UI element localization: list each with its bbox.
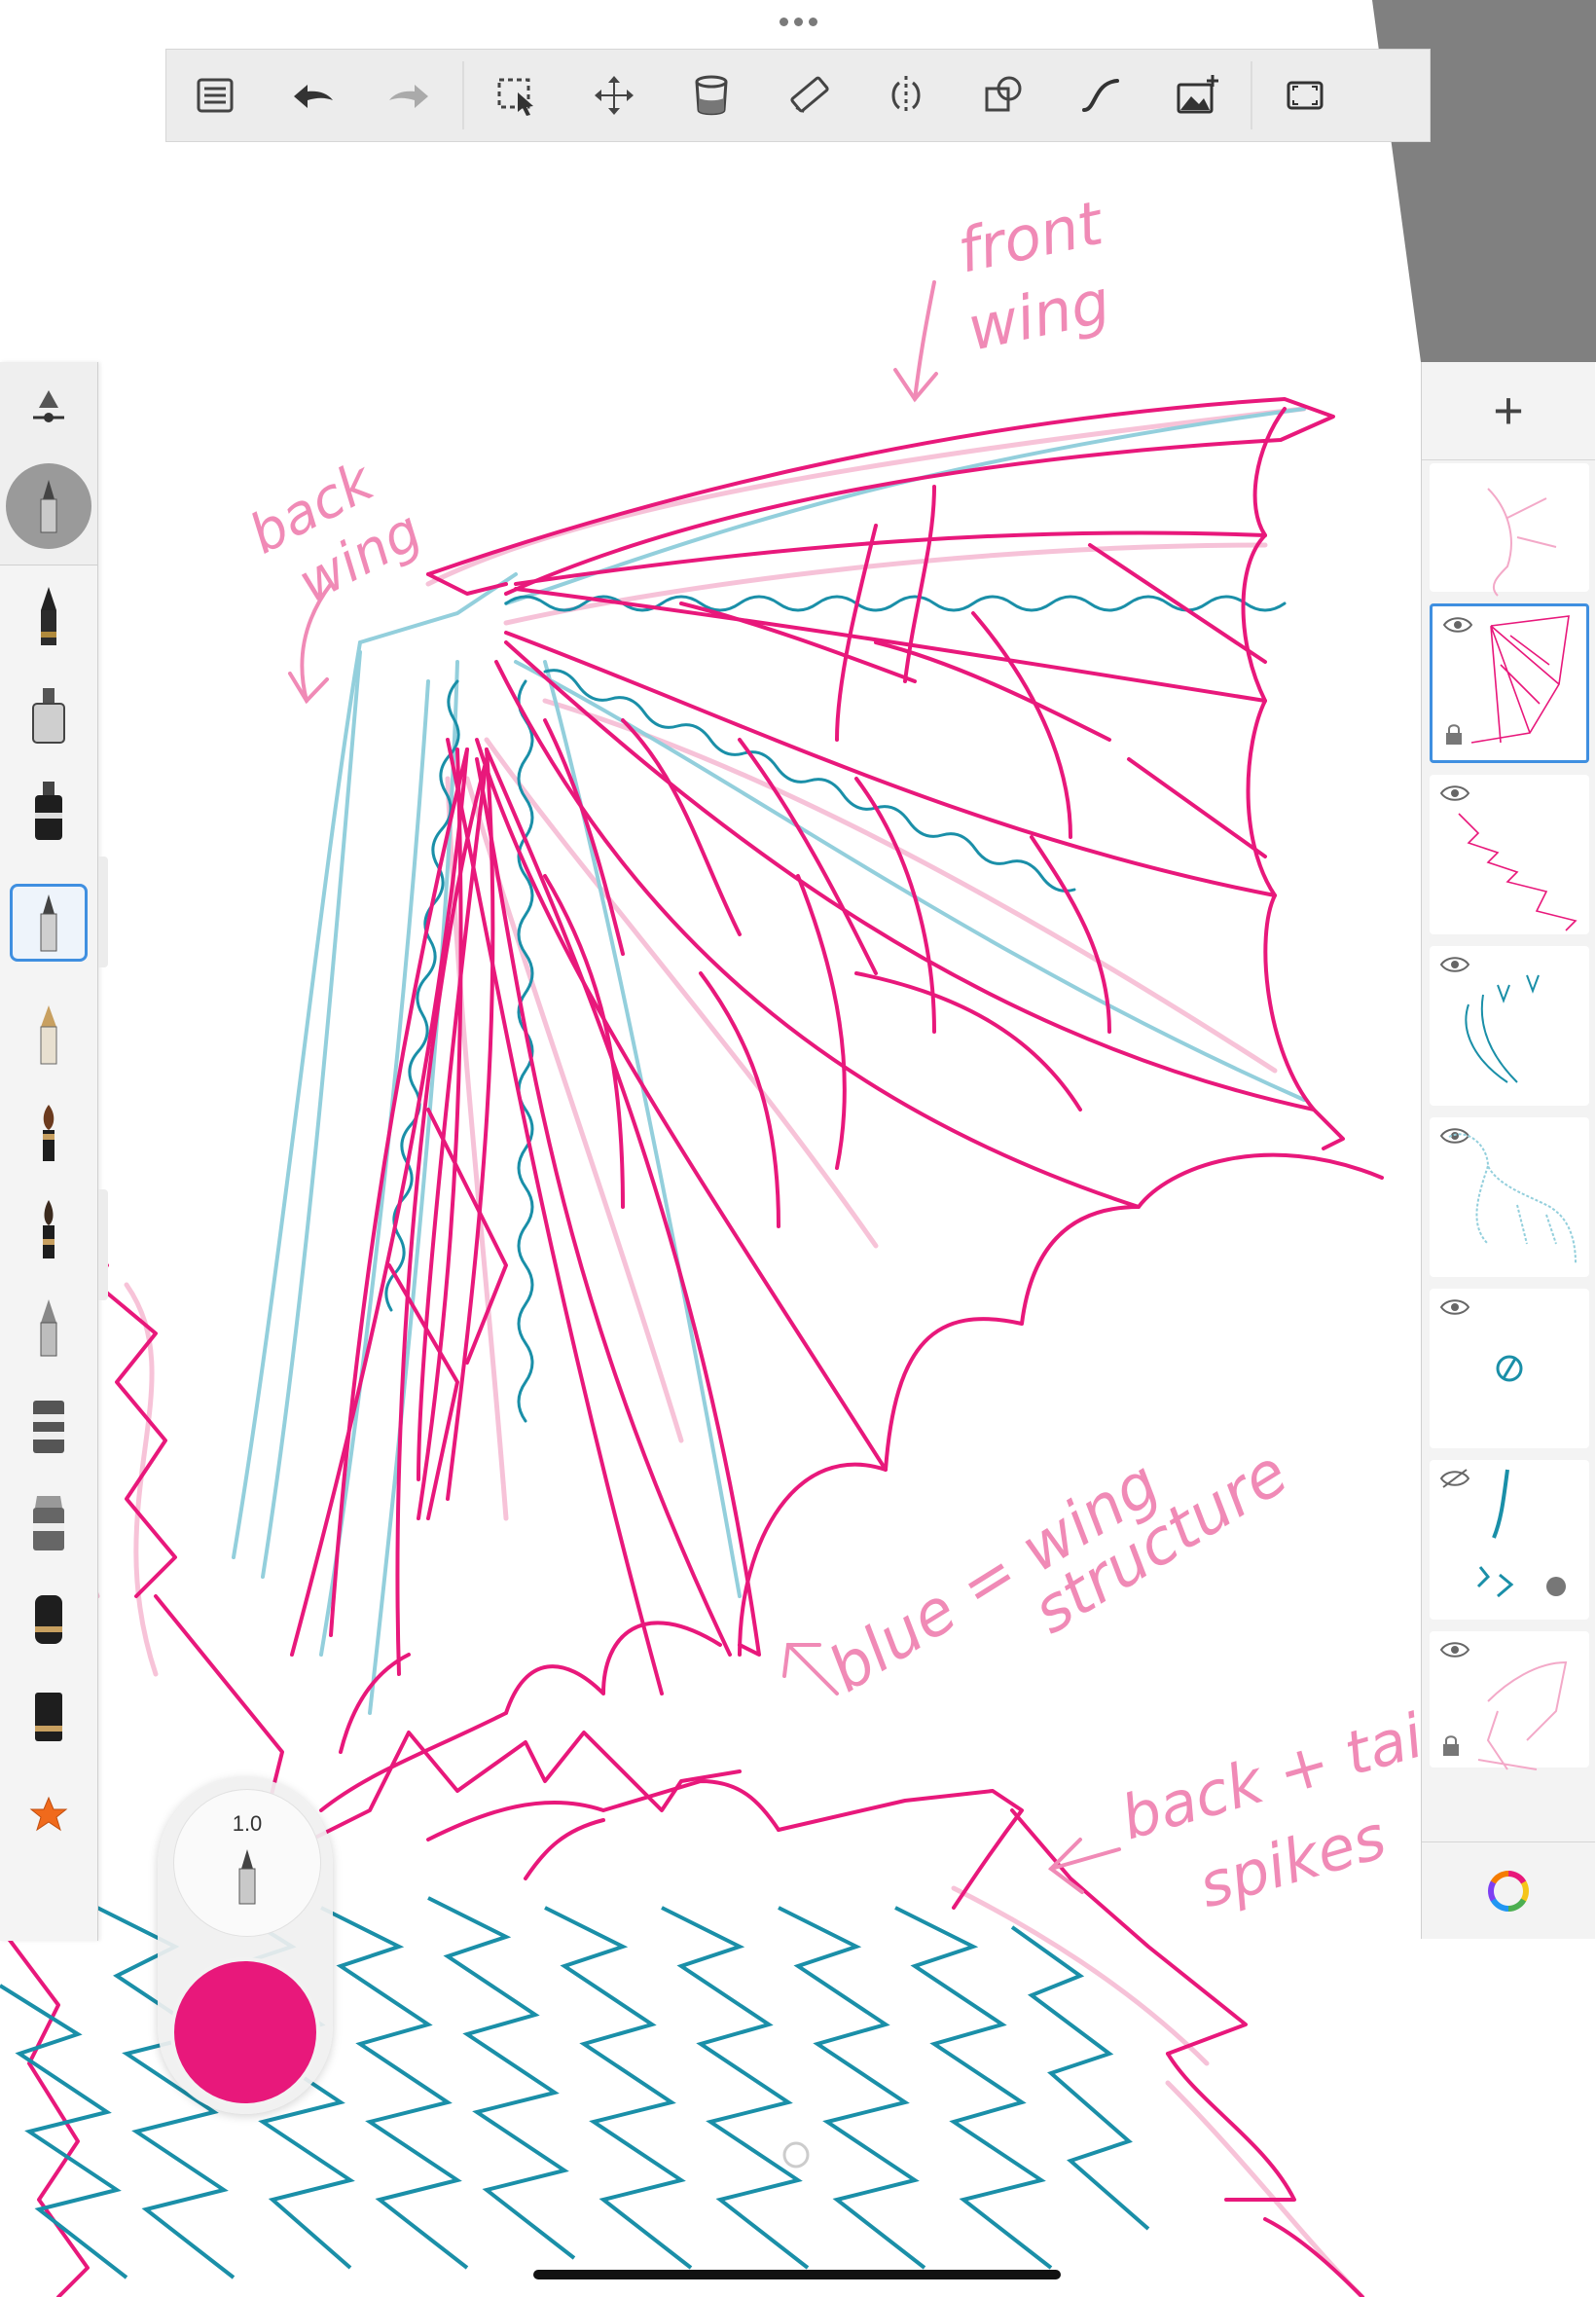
add-image-button[interactable] [1149,49,1247,142]
move-icon [595,76,634,115]
brush-chisel-marker[interactable] [10,1386,88,1464]
layer-thumbnail-5[interactable] [1430,1117,1589,1277]
layer-thumbnail-7[interactable] [1430,1460,1589,1620]
ink-pen-brush-icon [35,782,62,840]
brush-eraser-hard[interactable] [10,1581,88,1659]
brush-wide-marker[interactable] [10,1483,88,1561]
ballpoint-brush-icon [40,480,57,533]
layer-thumbnail-2[interactable] [1430,603,1589,763]
pencil-brush-icon [41,587,56,645]
brush-flat[interactable] [10,1191,88,1269]
brush-favorites[interactable] [10,1775,88,1853]
symmetry-icon [891,76,921,115]
shapes-icon [985,76,1022,112]
layer-thumbnail-1[interactable] [1430,463,1589,597]
layer-thumbnail-preview [1487,488,1557,597]
layer-thumbnail-8[interactable] [1430,1631,1589,1770]
layer-thumbnail-preview [1465,974,1540,1083]
layer-thumbnail-preview [1477,1660,1568,1770]
eraser-hard-brush-icon [35,1595,62,1644]
layer-thumbnail-preview [1476,1469,1566,1598]
favorite-star-icon [29,1796,68,1832]
brush-ballpoint[interactable] [10,884,88,962]
brush-paintbrush[interactable] [10,1094,88,1172]
brush-panel-handle[interactable] [98,1189,108,1300]
eraser-soft-brush-icon [35,1693,62,1741]
brush-panel-header [0,362,97,565]
ballpoint-brush-icon [40,894,57,952]
top-toolbar [165,49,1431,142]
more-options-dots[interactable] [775,14,821,29]
redo-button[interactable] [361,49,458,142]
layer-panel: + [1421,362,1595,1939]
brush-puck[interactable]: 1.0 [158,1777,333,2114]
toolbar-separator [1251,61,1252,129]
bucket-icon [695,75,728,116]
brush-eraser-soft[interactable] [10,1678,88,1756]
brush-size-value: 1.0 [232,1811,263,1836]
fountain-pen-brush-icon [40,1005,57,1065]
brush-settings-button[interactable] [10,372,88,450]
fill-button[interactable] [663,49,760,142]
image-add-icon [1177,75,1218,114]
lock-icon[interactable] [1444,723,1464,747]
stroke-button[interactable] [1052,49,1149,142]
fullscreen-icon [1287,81,1324,110]
layer-thumbnail-preview [1448,1133,1577,1264]
brush-airbrush[interactable] [10,1289,88,1367]
marker-brush-icon [32,688,65,744]
layer-thumbnail-4[interactable] [1430,946,1589,1106]
current-brush-preview[interactable] [6,463,91,549]
chisel-marker-brush-icon [33,1401,64,1453]
add-layer-button[interactable]: + [1422,362,1595,460]
brush-settings-icon [33,390,64,422]
wide-marker-brush-icon [33,1496,64,1550]
layer-thumbnail-3[interactable] [1430,775,1589,934]
layer-list-button[interactable] [166,49,264,142]
brush-palette [0,362,98,1941]
home-indicator[interactable] [533,2270,1061,2279]
symmetry-button[interactable] [857,49,955,142]
list-icon [197,78,234,113]
undo-button[interactable] [264,49,361,142]
transform-button[interactable] [565,49,663,142]
brush-size-control[interactable]: 1.0 [173,1789,321,1937]
undo-icon [294,85,333,108]
curve-icon [1082,79,1119,112]
brush-ink-pen[interactable] [10,773,88,851]
brush-fountain-pen[interactable] [10,997,88,1075]
paintbrush-brush-icon [43,1105,54,1161]
selection-button[interactable] [468,49,565,142]
shapes-button[interactable] [955,49,1052,142]
layer-thumbnail-6[interactable] [1430,1289,1589,1448]
ballpoint-brush-icon [238,1849,256,1905]
layer-thumbnail-preview [1496,1355,1523,1382]
lock-icon[interactable] [1441,1734,1461,1758]
ruler-button[interactable] [760,49,857,142]
layer-thumbnail-preview [1458,813,1578,931]
canvas-rotate-handle-icon[interactable] [779,2137,814,2172]
redo-icon [389,85,428,108]
brush-marker[interactable] [10,675,88,753]
color-picker-button[interactable] [1422,1841,1595,1940]
brush-panel-handle[interactable] [98,857,108,967]
airbrush-brush-icon [40,1299,57,1357]
brush-pencil[interactable] [10,578,88,656]
flat-brush-icon [43,1200,54,1258]
color-wheel-icon [1488,1871,1529,1912]
selection-icon [497,78,533,116]
active-color-swatch[interactable] [170,1957,320,2107]
toolbar-separator [462,61,464,129]
ruler-icon [790,76,829,113]
fullscreen-button[interactable] [1256,49,1354,142]
